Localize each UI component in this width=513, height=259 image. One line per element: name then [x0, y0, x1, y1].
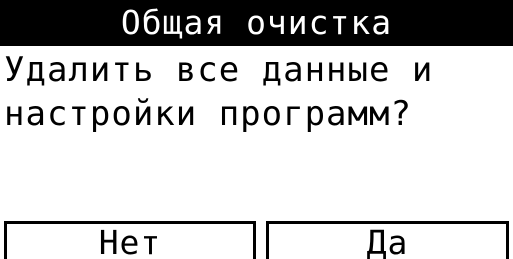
confirmation-message: Удалить все данные и настройки программ? — [4, 50, 434, 134]
no-button[interactable]: Нет — [4, 221, 256, 259]
no-button-label: Нет — [98, 223, 162, 259]
dialog-title: Общая очистка — [120, 3, 393, 42]
yes-button[interactable]: Да — [266, 221, 509, 259]
yes-button-label: Да — [366, 223, 409, 259]
dialog-title-bar: Общая очистка — [0, 0, 513, 46]
